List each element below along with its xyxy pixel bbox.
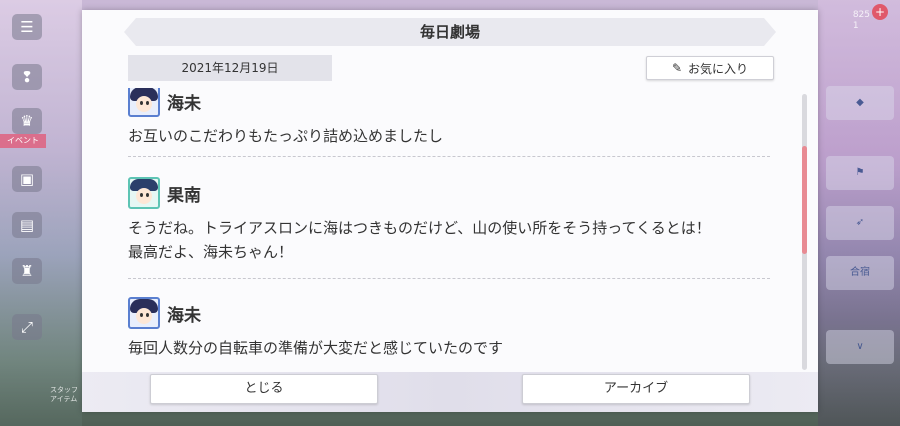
message-line: 最高だよ、海未ちゃん！ — [128, 243, 294, 261]
map-tile-icon: ◆ — [826, 86, 894, 120]
title-bar: 毎日劇場 — [124, 18, 776, 46]
favorite-button-label: お気に入り — [688, 61, 749, 76]
event-tag: イベント — [0, 134, 46, 148]
daily-theater-dialog: 毎日劇場 2021年12月19日 ✎ お気に入り 海未 お互いのこだわりもたっぷ… — [82, 10, 818, 412]
menu-icon: ☰ — [12, 14, 42, 40]
message-divider — [128, 278, 770, 279]
speaker-name: 果南 — [167, 185, 201, 206]
message-item: 海未 毎回人数分の自転車の準備が大変だと感じていたのです — [128, 296, 770, 360]
close-button[interactable]: とじる — [150, 374, 378, 404]
staff-item-label: スタッフ アイテム — [50, 386, 78, 403]
message-line: そうだね。トライアスロンに海はつきものだけど、山の使い所をそう持ってくるとは！ — [128, 219, 711, 237]
background-right-panel: 825 1 + ◆ ⚑ ➶ 合宿 ∨ — [818, 0, 900, 426]
pin-icon: ✎ — [671, 61, 683, 75]
speaker-name: 海未 — [167, 93, 201, 114]
crown-icon: ♛ — [12, 108, 42, 134]
umi-avatar — [128, 88, 160, 117]
conversation-log[interactable]: 海未 お互いのこだわりもたっぷり詰め込めましたし 果南 そうだね。トライアスロン… — [128, 88, 776, 371]
message-item: 果南 そうだね。トライアスロンに海はつきものだけど、山の使い所をそう持ってくると… — [128, 176, 770, 264]
favorite-button[interactable]: ✎ お気に入り — [646, 56, 774, 80]
date-label: 2021年12月19日 — [128, 55, 332, 81]
background-left-panel: ☰ ❢ ♛ イベント ▣ ▤ ♜ ⤢ — [0, 0, 82, 426]
umi-avatar — [128, 297, 160, 329]
message-line: 毎回人数分の自転車の準備が大変だと感じていたのです — [128, 339, 504, 357]
trophy-icon: ♜ — [12, 258, 42, 284]
scrollbar-thumb[interactable] — [802, 146, 807, 254]
flag-icon: ⚑ — [826, 156, 894, 190]
gift-icon: ▣ — [12, 166, 42, 192]
dialog-title: 毎日劇場 — [419, 23, 480, 41]
archive-button[interactable]: アーカイブ — [522, 374, 750, 404]
speaker-name: 海未 — [167, 305, 201, 326]
kanan-avatar — [128, 177, 160, 209]
message-item: 海未 お互いのこだわりもたっぷり詰め込めましたし — [128, 88, 770, 148]
screen-icon: ▤ — [12, 212, 42, 238]
camp-tile: 合宿 — [826, 256, 894, 290]
chat-icon: ❢ — [12, 64, 42, 90]
expand-icon: ⤢ — [12, 314, 42, 340]
add-currency-icon: + — [872, 4, 888, 20]
chevron-down-icon: ∨ — [826, 330, 894, 364]
shoe-icon: ➶ — [826, 206, 894, 240]
message-line: お互いのこだわりもたっぷり詰め込めましたし — [128, 127, 444, 145]
currency-readout: 825 1 — [852, 10, 870, 31]
message-divider — [128, 156, 770, 157]
